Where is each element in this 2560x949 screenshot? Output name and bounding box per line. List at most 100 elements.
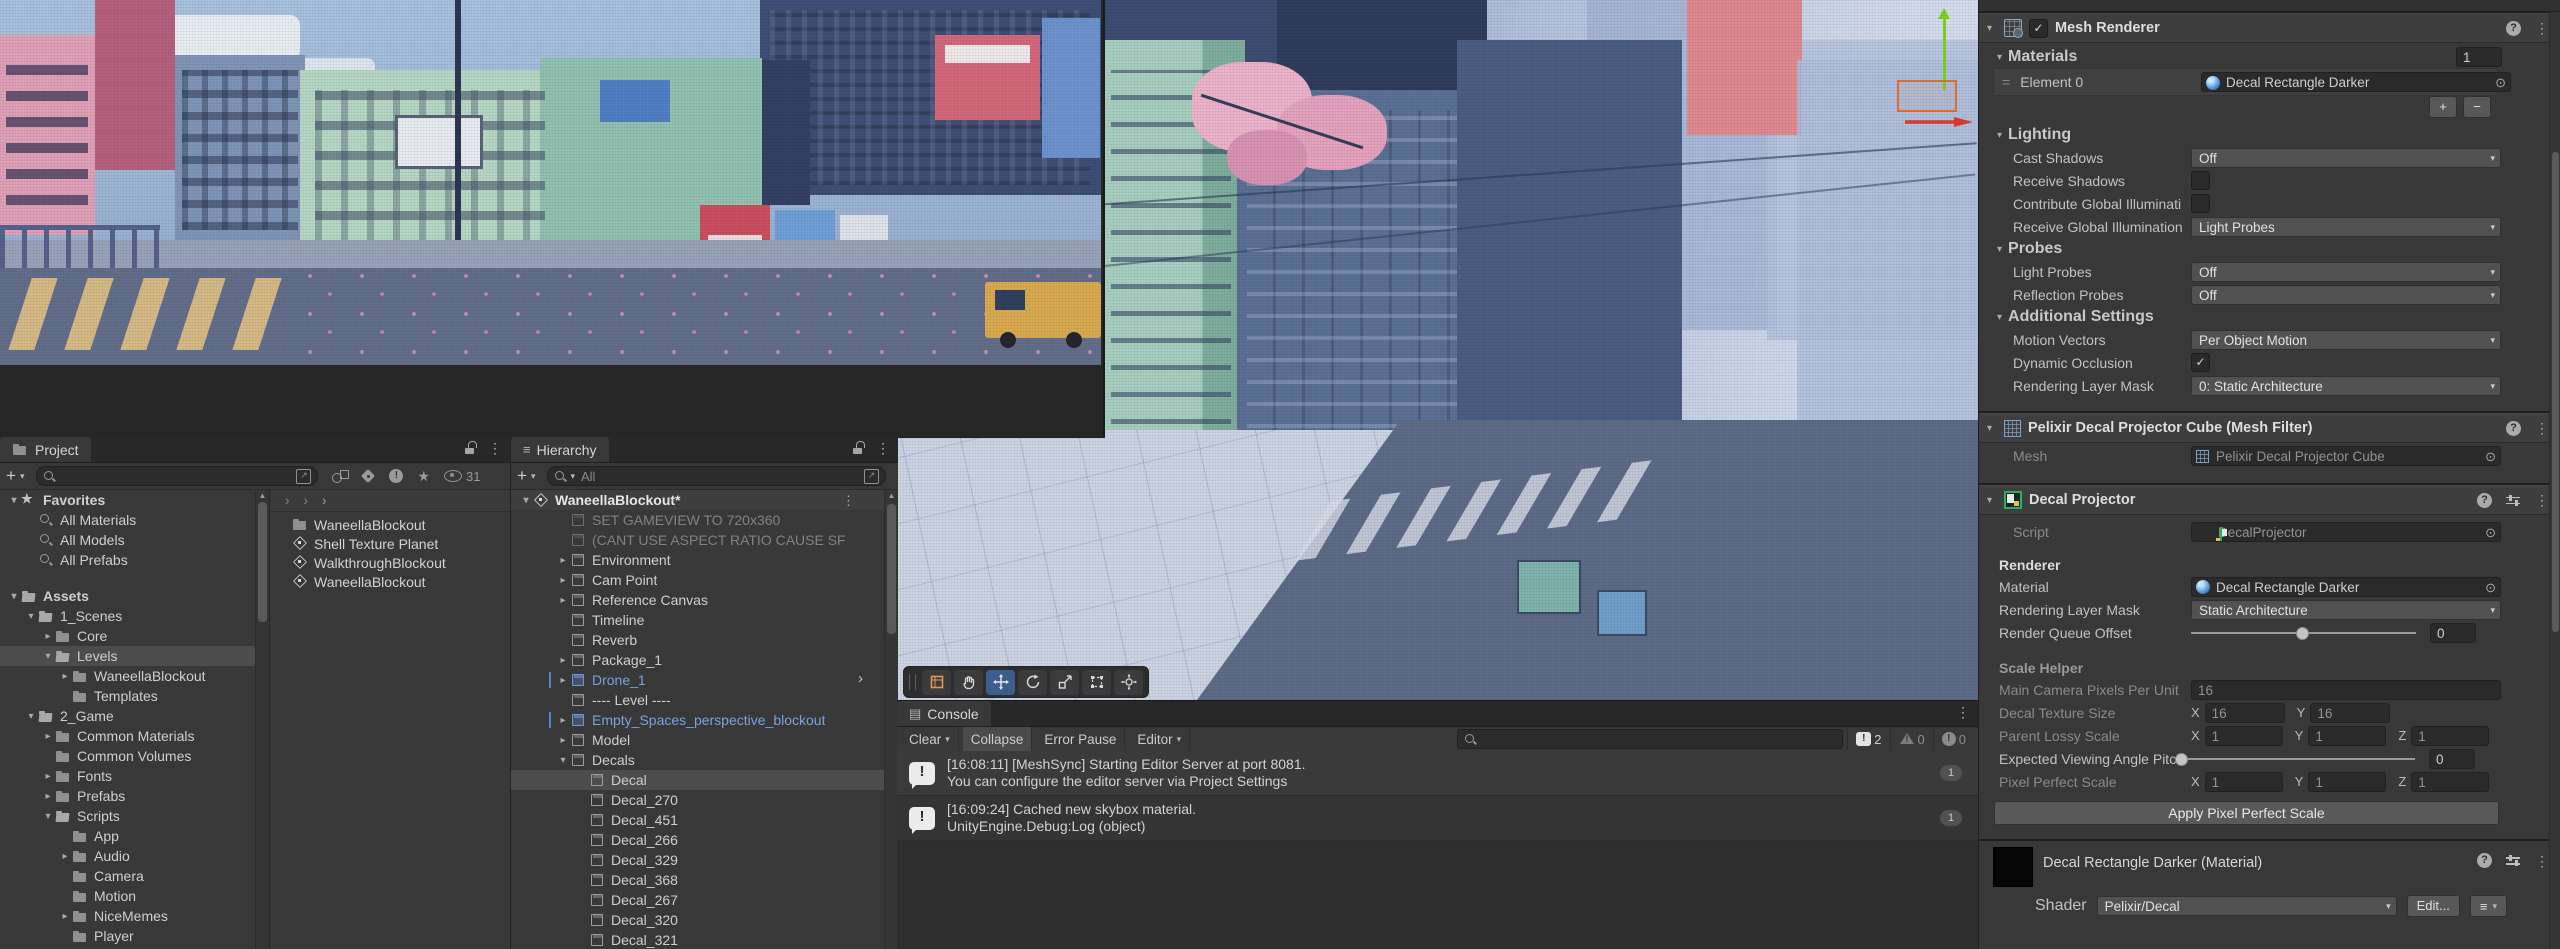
project-file-item[interactable]: WalkthroughBlockout [270,553,510,572]
fold-arrow[interactable]: ▾ [1997,244,2002,255]
mesh-renderer-header[interactable]: ▾ ✓ Mesh Renderer ? ⋮ [1979,13,2560,43]
hierarchy-item[interactable]: ▸ Reference Canvas [511,590,885,610]
project-file-item[interactable]: WaneellaBlockout [270,515,510,534]
shader-edit-button[interactable]: Edit... [2407,895,2460,917]
search-input[interactable] [1480,731,1836,748]
project-tree-item[interactable]: All Models [0,530,255,550]
decal-projector-header[interactable]: ▾ Decal Projector ? ⋮ [1979,485,2560,515]
parent-lossy-scale-y[interactable]: 1 [2308,726,2386,746]
hierarchy-item[interactable]: Decal [511,770,885,790]
log-filter-icon[interactable] [389,469,403,483]
kebab-menu-icon[interactable]: ⋮ [488,441,502,455]
hierarchy-item[interactable]: Decal_270 [511,790,885,810]
transform-tool-button[interactable] [1114,670,1143,695]
hierarchy-item[interactable]: (CANT USE ASPECT RATIO CAUSE SF [511,530,885,550]
fold-arrow[interactable]: ▾ [519,495,533,506]
hierarchy-item[interactable]: Decal_451 [511,810,885,830]
tab-hierarchy[interactable]: ≡ Hierarchy [511,437,609,462]
fold-arrow[interactable]: ▾ [24,611,38,622]
search-input[interactable] [579,468,860,485]
project-tree-item[interactable]: ▾ Assets [0,586,255,606]
script-object-field[interactable]: DecalProjector ⊙ [2191,522,2501,542]
scale-tool-button[interactable] [1050,670,1079,695]
project-tree-item[interactable]: Camera [0,866,255,886]
fold-arrow[interactable]: ▾ [41,811,55,822]
fold-arrow[interactable]: ▾ [24,711,38,722]
add-element-button[interactable]: + [2429,96,2457,118]
hierarchy-item[interactable]: ▸ Cam Point [511,570,885,590]
hierarchy-item[interactable]: Timeline [511,610,885,630]
shader-list-button[interactable]: ≡▾ [2470,895,2507,917]
materials-foldout[interactable]: Materials [2008,48,2077,66]
object-picker-icon[interactable]: ⊙ [2485,447,2496,466]
console-log-entry[interactable]: [16:08:11] [MeshSync] Starting Editor Se… [897,751,1978,796]
render-queue-offset-field[interactable]: 0 [2430,623,2476,643]
probes-foldout[interactable]: Probes [2008,240,2062,258]
project-tree-item[interactable]: ▾ Levels [0,646,255,666]
hierarchy-item[interactable]: SET GAMEVIEW TO 720x360 [511,510,885,530]
hierarchy-item[interactable]: Decal_321 [511,930,885,949]
parent-lossy-scale-x[interactable]: 1 [2205,726,2283,746]
render-queue-offset-slider[interactable] [2191,623,2416,643]
hand-tool-button[interactable] [954,670,983,695]
project-tree-item[interactable]: ▾ 2_Game [0,706,255,726]
tab-console[interactable]: ▤ Console [897,701,991,726]
light-probes-dropdown[interactable]: Off▾ [2191,262,2501,282]
shader-dropdown[interactable]: Pelixir/Decal▾ [2097,896,2397,916]
chevron-down-icon[interactable]: ▾ [531,471,536,482]
project-tree-item[interactable]: App [0,826,255,846]
fold-arrow[interactable]: ▸ [556,655,570,666]
breadcrumb-item[interactable] [278,493,297,508]
kebab-menu-icon[interactable]: ⋮ [876,441,890,455]
project-tree-scrollbar[interactable]: ▲ [255,490,269,949]
scrollbar-thumb[interactable] [2552,152,2559,632]
project-tree-item[interactable]: ▸ Fonts [0,766,255,786]
lighting-foldout[interactable]: Lighting [2008,126,2071,144]
fold-arrow[interactable]: ▸ [556,675,570,686]
decal-texture-size-y[interactable]: 16 [2310,703,2390,723]
info-count-toggle[interactable]: 2 [1847,727,1889,751]
dynamic-occlusion-checkbox[interactable]: ✓ [2191,353,2210,372]
project-tree-item[interactable]: Templates [0,686,255,706]
project-tree-item[interactable]: Motion [0,886,255,906]
hierarchy-item[interactable]: ▸ Model [511,730,885,750]
object-picker-icon[interactable]: ⊙ [2485,523,2496,542]
help-icon[interactable]: ? [2477,853,2492,868]
error-pause-toggle[interactable]: Error Pause [1036,727,1125,751]
parent-lossy-scale-z[interactable]: 1 [2411,726,2489,746]
console-search-field[interactable] [1457,729,1843,749]
hierarchy-item[interactable]: ▸ Empty_Spaces_perspective_blockout [511,710,885,730]
hierarchy-search-field[interactable]: ▾ ↗ [547,466,886,486]
pixel-perfect-scale-x[interactable]: 1 [2205,772,2283,792]
fold-arrow[interactable]: ▸ [556,575,570,586]
rect-tool-button[interactable] [1082,670,1111,695]
rendering-layer-mask-dropdown[interactable]: 0: Static Architecture▾ [2191,376,2501,396]
hierarchy-item[interactable]: Decal_320 [511,910,885,930]
lock-icon[interactable] [464,441,476,455]
project-tree-item[interactable]: All Materials [0,510,255,530]
project-tree-item[interactable]: All Prefabs [0,550,255,570]
contribute-gi-checkbox[interactable] [2191,194,2210,213]
drag-handle-icon[interactable]: = [2002,74,2010,90]
help-icon[interactable]: ? [2477,493,2492,508]
project-tree-item[interactable]: ▸ Core [0,626,255,646]
hierarchy-item[interactable]: Decal_266 [511,830,885,850]
move-tool-button[interactable] [986,670,1015,695]
fold-arrow[interactable]: ▾ [1997,52,2002,63]
tab-project[interactable]: Project [0,437,91,462]
fold-arrow[interactable]: ▸ [41,791,55,802]
fold-arrow[interactable]: ▸ [41,731,55,742]
pixel-perfect-scale-z[interactable]: 1 [2411,772,2489,792]
project-file-item[interactable]: WaneellaBlockout [270,572,510,591]
fold-arrow[interactable]: ▾ [556,755,570,766]
chevron-down-icon[interactable]: ▾ [20,471,25,482]
fold-arrow[interactable]: ▸ [41,771,55,782]
inspector-scrollbar[interactable] [2549,12,2560,949]
view-orientation-tool-button[interactable] [922,670,951,695]
project-tree-item[interactable]: ▾ 1_Scenes [0,606,255,626]
open-in-search-icon[interactable]: ↗ [864,469,879,484]
fold-arrow[interactable]: ▾ [1997,312,2002,323]
fold-arrow[interactable]: ▾ [1987,423,1997,434]
additional-settings-foldout[interactable]: Additional Settings [2008,308,2154,326]
scroll-up-arrow[interactable]: ▲ [885,491,898,500]
